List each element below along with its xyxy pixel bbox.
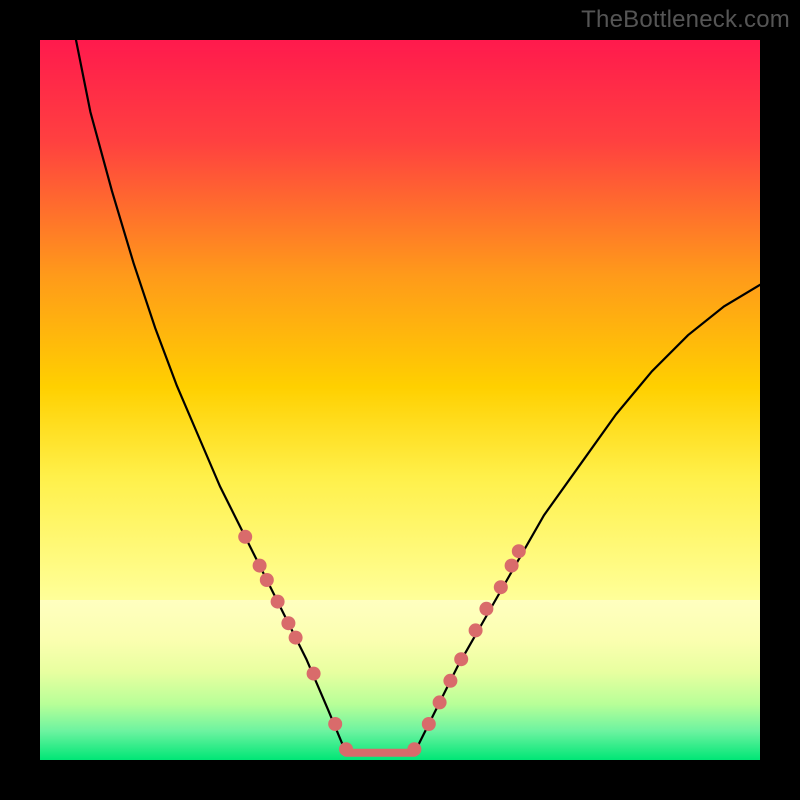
dot-right-dots: [407, 742, 421, 756]
chart-container: TheBottleneck.com: [0, 0, 800, 800]
dot-left-dots: [281, 616, 295, 630]
dot-right-dots: [512, 544, 526, 558]
dot-left-dots: [260, 573, 274, 587]
dot-right-dots: [505, 559, 519, 573]
dot-right-dots: [479, 602, 493, 616]
chart-plot: [40, 40, 760, 760]
dot-left-dots: [307, 667, 321, 681]
dot-right-dots: [422, 717, 436, 731]
dot-left-dots: [289, 631, 303, 645]
dot-right-dots: [454, 652, 468, 666]
dot-left-dots: [253, 559, 267, 573]
gradient-background-upper: [40, 40, 760, 600]
dot-left-dots: [328, 717, 342, 731]
dot-right-dots: [443, 674, 457, 688]
dot-left-dots: [339, 742, 353, 756]
watermark-text: TheBottleneck.com: [581, 6, 790, 34]
dot-right-dots: [494, 580, 508, 594]
dot-right-dots: [469, 623, 483, 637]
dot-right-dots: [433, 695, 447, 709]
gradient-background-lower: [40, 600, 760, 760]
dot-left-dots: [238, 530, 252, 544]
dot-left-dots: [271, 595, 285, 609]
